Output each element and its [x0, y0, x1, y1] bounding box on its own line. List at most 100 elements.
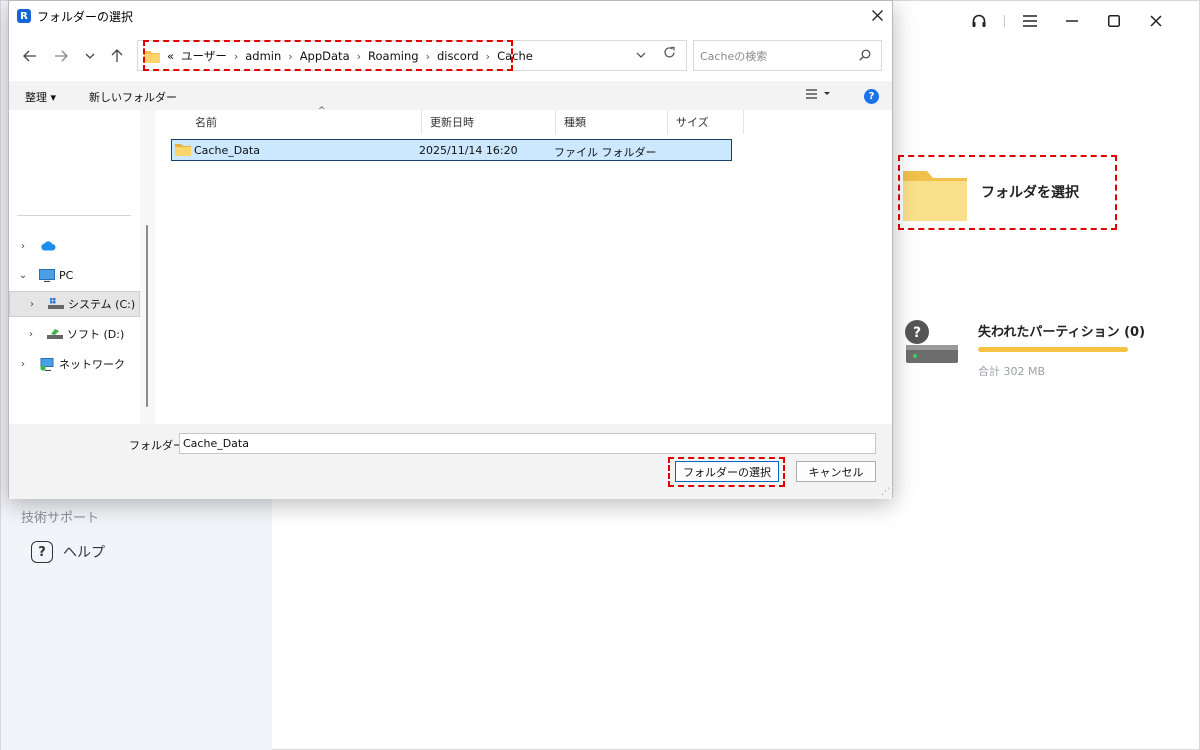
arrow-left-icon	[23, 50, 36, 62]
select-folder-label: フォルダを選択	[981, 185, 1079, 201]
sidebar-item-help[interactable]: ? ヘルプ	[31, 541, 105, 563]
headset-icon[interactable]	[958, 11, 1000, 31]
search-input[interactable]	[700, 47, 850, 65]
drive-icon	[47, 329, 63, 339]
chevron-down-icon	[85, 53, 95, 59]
tree-item-label: PC	[59, 268, 74, 282]
search-icon[interactable]	[859, 49, 871, 61]
table-row[interactable]: Cache_Data 2025/11/14 16:20 ファイル フォルダー	[171, 139, 732, 161]
cloud-icon	[41, 241, 56, 251]
resize-grip-icon[interactable]: ⋰	[881, 487, 890, 497]
chevron-down-icon	[636, 52, 646, 58]
chevron-right-icon[interactable]: ›	[357, 50, 361, 63]
close-icon	[871, 9, 883, 21]
address-bar[interactable]: « ユーザー › admin › AppData › Roaming › dis…	[137, 40, 687, 71]
file-list: ^ 名前 更新日時 種類 サイズ Cache_Data 2025/11/14 1…	[163, 106, 892, 424]
column-header-label: 名前	[195, 116, 217, 129]
up-button[interactable]	[106, 45, 128, 67]
select-folder-card[interactable]: フォルダを選択	[898, 155, 1117, 230]
column-header-date[interactable]: 更新日時	[422, 110, 556, 134]
tree-item-network[interactable]: › ネットワーク	[9, 351, 140, 377]
column-header-size[interactable]: サイズ	[668, 110, 744, 134]
file-date: 2025/11/14 16:20	[419, 144, 518, 157]
chevron-right-icon[interactable]: ›	[15, 241, 31, 252]
breadcrumb-overflow[interactable]: «	[167, 49, 174, 63]
chevron-right-icon[interactable]: ›	[24, 299, 40, 310]
partition-title: 失われたパーティション (0)	[978, 325, 1146, 340]
tree-item-label: ソフト (D:)	[67, 328, 125, 341]
pane-separator	[155, 110, 163, 424]
arrow-right-icon	[55, 50, 68, 62]
app-logo-icon: R	[17, 9, 31, 23]
cancel-button[interactable]: キャンセル	[796, 461, 876, 482]
back-button[interactable]	[19, 45, 41, 67]
folder-name-input[interactable]	[179, 433, 876, 454]
lost-partition-item[interactable]: ? 失われたパーティション (0) 合計 302 MB	[902, 319, 1146, 389]
list-view-icon	[806, 89, 830, 99]
chevron-right-icon[interactable]: ›	[486, 50, 490, 63]
column-header-label: サイズ	[676, 116, 709, 129]
minimize-icon[interactable]	[1051, 11, 1093, 31]
chevron-right-icon[interactable]: ›	[234, 50, 238, 63]
navigation-pane-scrollbar[interactable]	[140, 110, 155, 424]
select-folder-button[interactable]: フォルダーの選択	[675, 461, 779, 482]
svg-text:?: ?	[913, 325, 921, 341]
refresh-button[interactable]	[663, 46, 676, 63]
recent-locations-button[interactable]	[79, 45, 101, 67]
file-type: ファイル フォルダー	[554, 146, 657, 159]
refresh-icon	[664, 46, 675, 58]
tree-item-label: システム (C:)	[68, 298, 136, 311]
view-options-button[interactable]	[806, 88, 832, 103]
column-header-name[interactable]: ^ 名前	[187, 106, 422, 134]
folder-icon	[144, 50, 160, 63]
folder-select-dialog: R フォルダーの選択 « ユーザー › admin › AppData › Ro…	[8, 0, 893, 499]
search-box[interactable]	[693, 40, 882, 71]
scrollbar-thumb[interactable]	[146, 225, 148, 407]
partition-size: 合計 302 MB	[978, 365, 1046, 378]
breadcrumb-item[interactable]: admin	[245, 49, 281, 63]
command-bar: 整理 ▾ 新しいフォルダー ?	[9, 82, 892, 110]
navigation-bar: « ユーザー › admin › AppData › Roaming › dis…	[9, 31, 892, 81]
chevron-right-icon[interactable]: ›	[288, 50, 292, 63]
chevron-down-icon[interactable]: ⌄	[15, 270, 31, 281]
breadcrumb-item[interactable]: discord	[437, 49, 479, 63]
divider	[17, 215, 131, 216]
chevron-right-icon[interactable]: ›	[426, 50, 430, 63]
help-icon: ?	[31, 541, 53, 563]
organize-button[interactable]: 整理 ▾	[25, 89, 56, 105]
tree-item-soft-drive[interactable]: › ソフト (D:)	[9, 321, 140, 347]
dialog-close-button[interactable]	[862, 1, 892, 29]
new-folder-button[interactable]: 新しいフォルダー	[89, 89, 177, 105]
partition-usage-bar	[978, 347, 1128, 352]
arrow-up-icon	[111, 49, 123, 62]
folder-icon	[175, 144, 191, 156]
navigation-pane: › ⌄ PC › システム (C:) › ソフト (D:) › ネットワーク	[9, 110, 140, 424]
breadcrumb-item[interactable]: Roaming	[368, 49, 419, 63]
column-header-type[interactable]: 種類	[556, 110, 668, 134]
tree-item-pc[interactable]: ⌄ PC	[9, 262, 140, 288]
tree-item-label: ネットワーク	[59, 358, 125, 371]
breadcrumb-item[interactable]: AppData	[300, 49, 350, 63]
maximize-icon[interactable]	[1093, 11, 1135, 31]
dialog-titlebar: R フォルダーの選択	[9, 1, 892, 31]
tree-item-onedrive[interactable]: ›	[9, 233, 140, 259]
close-icon[interactable]	[1135, 11, 1177, 31]
tree-item-system-drive[interactable]: › システム (C:)	[9, 291, 140, 317]
unknown-drive-icon: ?	[905, 320, 958, 363]
sidebar-section-support: 技術サポート	[21, 511, 100, 526]
file-name: Cache_Data	[194, 144, 260, 157]
network-icon	[40, 357, 54, 371]
breadcrumb: « ユーザー › admin › AppData › Roaming › dis…	[144, 48, 533, 64]
help-icon[interactable]: ?	[864, 89, 879, 104]
address-history-button[interactable]	[636, 48, 646, 61]
menu-icon[interactable]	[1009, 11, 1051, 31]
breadcrumb-item[interactable]: Cache	[497, 49, 533, 63]
chevron-right-icon[interactable]: ›	[23, 329, 39, 340]
toolbar-divider	[1004, 15, 1005, 27]
window-controls	[958, 11, 1177, 31]
breadcrumb-item[interactable]: ユーザー	[181, 48, 227, 64]
forward-button[interactable]	[50, 45, 72, 67]
folder-icon	[903, 171, 967, 221]
column-header-label: 更新日時	[430, 116, 474, 129]
chevron-right-icon[interactable]: ›	[15, 359, 31, 370]
